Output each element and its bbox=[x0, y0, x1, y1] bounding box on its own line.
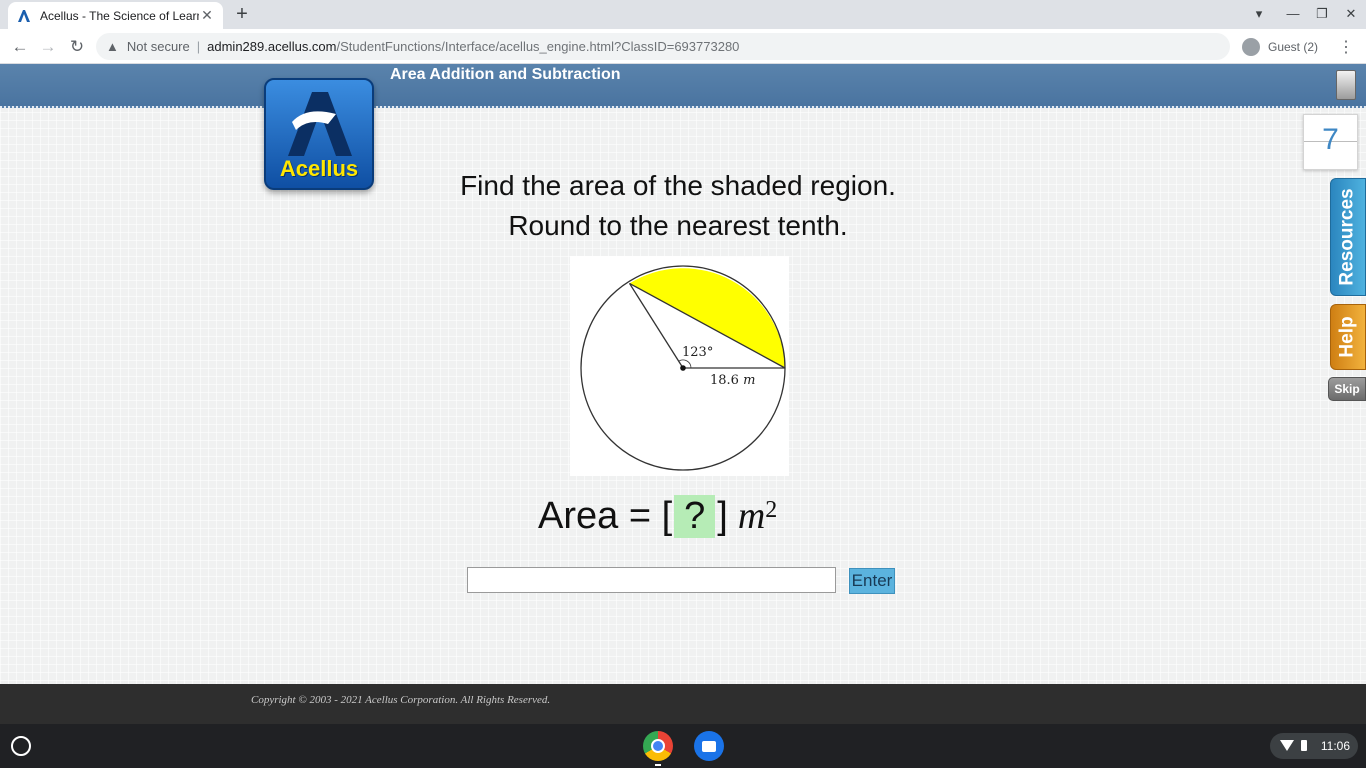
radius-label: 18.6 m bbox=[710, 373, 755, 388]
tab-close-icon[interactable]: ✕ bbox=[199, 7, 215, 24]
launcher-icon[interactable] bbox=[11, 736, 31, 756]
area-expression: Area = [ ? ] m2 bbox=[538, 492, 777, 540]
area-exponent: 2 bbox=[765, 496, 778, 523]
profile-label: Guest (2) bbox=[1268, 39, 1319, 54]
browser-toolbar: ← → ↻ ▲ Not secure | admin289.acellus.co… bbox=[0, 29, 1366, 64]
acellus-favicon-icon bbox=[16, 8, 32, 24]
skip-button[interactable]: Skip bbox=[1328, 377, 1366, 401]
battery-icon bbox=[1301, 740, 1307, 751]
radius-unit: m bbox=[743, 373, 755, 388]
forward-icon[interactable]: → bbox=[37, 36, 59, 58]
back-icon[interactable]: ← bbox=[9, 36, 31, 58]
center-point bbox=[680, 365, 686, 371]
resources-tab[interactable]: Resources bbox=[1330, 178, 1366, 296]
active-app-indicator bbox=[655, 764, 661, 766]
acellus-logo-mark-icon bbox=[288, 92, 352, 156]
page-footer: Copyright © 2003 - 2021 Acellus Corporat… bbox=[0, 684, 1366, 724]
files-app-icon[interactable] bbox=[694, 731, 724, 761]
profile-button[interactable]: Guest (2) bbox=[1238, 33, 1330, 60]
area-unit: m bbox=[737, 495, 766, 537]
area-suffix: ] bbox=[717, 494, 728, 537]
restore-icon[interactable]: ❐ bbox=[1311, 4, 1333, 24]
url-separator: | bbox=[196, 39, 201, 54]
lesson-banner: Area Addition and Subtraction bbox=[0, 64, 1366, 108]
skip-label: Skip bbox=[1334, 382, 1360, 396]
enter-button[interactable]: Enter bbox=[849, 568, 895, 594]
radius-value: 18.6 bbox=[710, 373, 739, 388]
circle-figure: 123° 18.6 m bbox=[570, 256, 789, 476]
reload-icon[interactable]: ↻ bbox=[66, 36, 88, 58]
help-tab[interactable]: Help bbox=[1330, 304, 1366, 370]
lesson-page: Area Addition and Subtraction Acellus Fi… bbox=[0, 64, 1366, 684]
resources-tab-label: Resources bbox=[1337, 188, 1359, 286]
profile-avatar-icon bbox=[1242, 37, 1260, 56]
new-tab-icon[interactable]: + bbox=[232, 4, 252, 24]
chrome-app-icon[interactable] bbox=[643, 731, 673, 761]
acellus-logo: Acellus bbox=[264, 78, 374, 190]
minimize-icon[interactable]: — bbox=[1282, 4, 1304, 24]
wifi-icon bbox=[1280, 740, 1294, 751]
system-tray[interactable]: 11:06 bbox=[1270, 733, 1358, 759]
copyright-text: Copyright © 2003 - 2021 Acellus Corporat… bbox=[251, 694, 551, 706]
tab-title: Acellus - The Science of Learning bbox=[40, 8, 199, 23]
problem-counter: 7 bbox=[1303, 114, 1358, 170]
question-text-line2: Round to the nearest tenth. bbox=[508, 210, 848, 241]
browser-tab[interactable]: Acellus - The Science of Learning ✕ bbox=[8, 2, 223, 29]
problem-counter-number: 7 bbox=[1322, 123, 1339, 156]
help-tab-label: Help bbox=[1337, 316, 1358, 358]
area-placeholder: ? bbox=[674, 494, 716, 538]
logo-text: Acellus bbox=[279, 156, 359, 181]
warning-icon: ▲ bbox=[106, 39, 119, 54]
clock: 11:06 bbox=[1320, 739, 1350, 753]
area-prefix: Area = [ bbox=[538, 494, 673, 537]
browser-menu-icon[interactable]: ⋮ bbox=[1338, 37, 1354, 57]
address-bar[interactable]: ▲ Not secure | admin289.acellus.com/Stud… bbox=[96, 33, 1230, 60]
not-secure-label: Not secure bbox=[126, 39, 190, 54]
url-path: /StudentFunctions/Interface/acellus_engi… bbox=[336, 39, 740, 54]
question-text-line1: Find the area of the shaded region. bbox=[460, 170, 896, 201]
angle-label: 123° bbox=[682, 345, 713, 360]
tab-search-icon[interactable]: ▾ bbox=[1248, 4, 1270, 24]
answer-input[interactable] bbox=[467, 567, 836, 593]
os-shelf: 11:06 bbox=[0, 724, 1366, 768]
lesson-title: Area Addition and Subtraction bbox=[390, 66, 621, 83]
exit-door-icon[interactable] bbox=[1336, 70, 1356, 100]
browser-tab-bar: Acellus - The Science of Learning ✕ + ▾ … bbox=[0, 0, 1366, 29]
url-host: admin289.acellus.com bbox=[207, 39, 337, 54]
close-window-icon[interactable]: ✕ bbox=[1340, 4, 1362, 24]
